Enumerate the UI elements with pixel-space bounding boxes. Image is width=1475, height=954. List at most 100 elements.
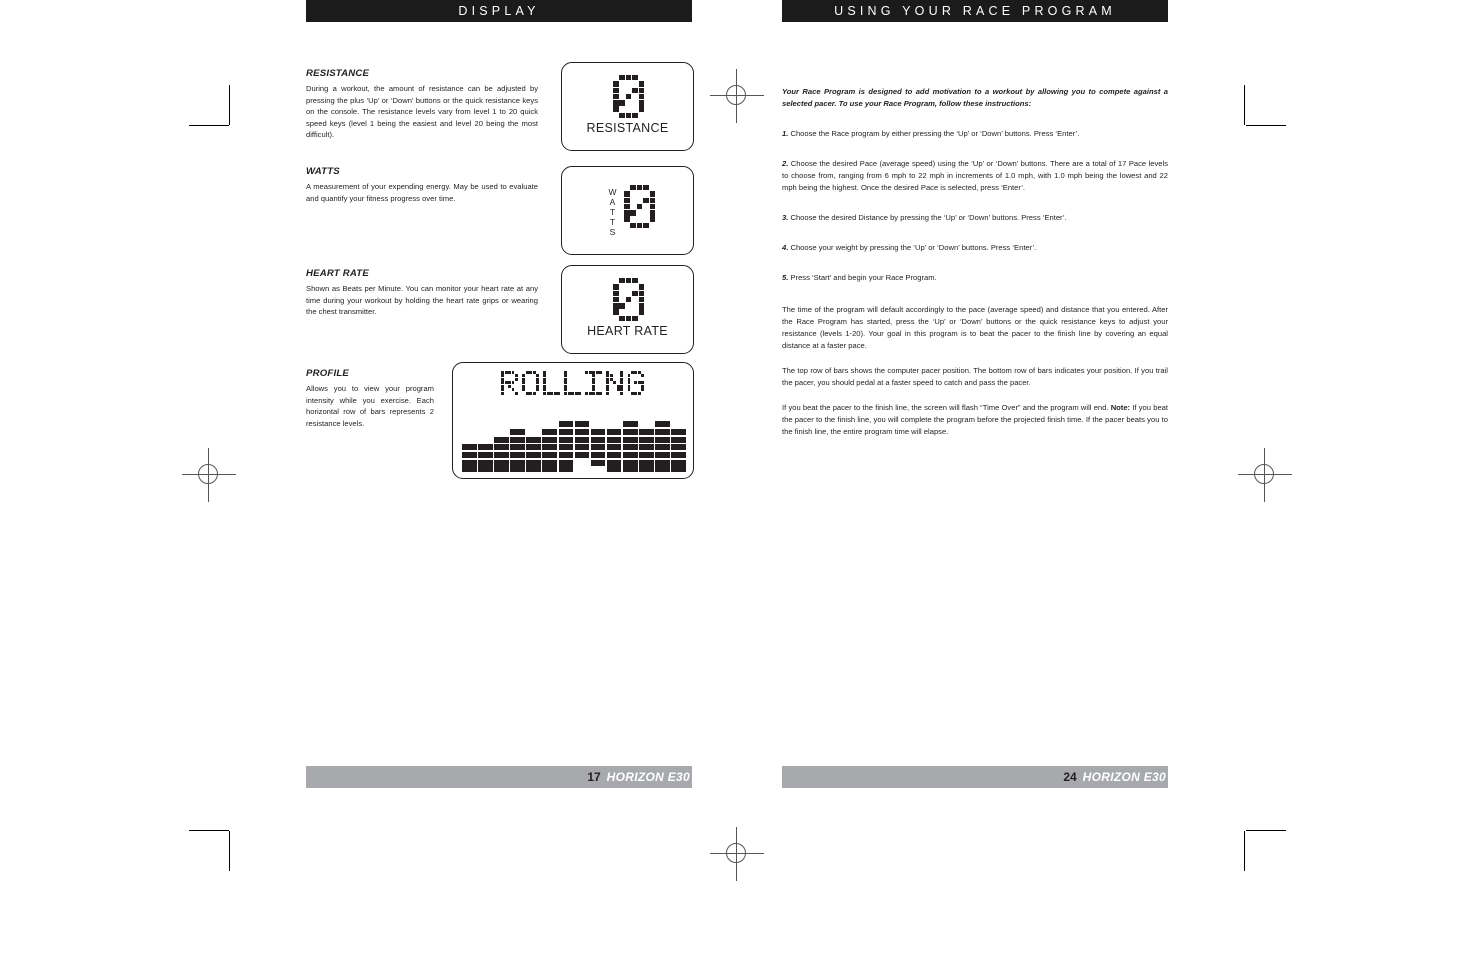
- profile-bar-cell: [542, 436, 558, 443]
- page-17-brand: HORIZON E30: [606, 770, 690, 784]
- lcd-pixel: [619, 278, 625, 284]
- page-24: USING YOUR RACE PROGRAM Your Race Progra…: [782, 0, 1168, 788]
- rolling-pixel: [511, 371, 515, 374]
- profile-bar-cell: [590, 459, 606, 466]
- lcd-pixel: [643, 185, 649, 191]
- rolling-pixel: [620, 377, 624, 381]
- watts-panel-label: WATTS: [606, 187, 620, 237]
- crop-mark-top-right-h: [1246, 125, 1286, 126]
- rolling-pixel: [567, 391, 571, 395]
- lcd-pixel: [613, 290, 619, 296]
- page-24-brand: HORIZON E30: [1082, 770, 1166, 784]
- profile-bar-cell: [622, 465, 638, 472]
- profile-bar-cell: [671, 465, 686, 472]
- race-step-3-number: 3.: [782, 212, 789, 222]
- rolling-pixel: [536, 384, 539, 388]
- profile-bar-cell: [478, 465, 493, 472]
- lcd-pixel: [624, 210, 630, 216]
- rolling-pixel: [501, 391, 505, 395]
- rolling-pixel: [553, 391, 557, 395]
- profile-bar-column: [462, 443, 477, 472]
- lcd-pixel: [613, 87, 619, 93]
- lcd-pixel: [619, 75, 625, 81]
- profile-bar-cell: [671, 444, 686, 451]
- lcd-panel-watts: WATTS: [561, 166, 694, 255]
- rolling-pixel: [588, 371, 592, 374]
- lcd-pixel: [624, 216, 630, 222]
- profile-bar-cell: [558, 421, 574, 428]
- profile-bar-cell: [606, 444, 622, 451]
- profile-bar-cell: [494, 444, 509, 451]
- race-step-5-number: 5.: [782, 272, 789, 282]
- watts-label-letters: WATTS: [608, 187, 618, 238]
- rolling-pixel: [550, 391, 554, 395]
- lcd-pixel: [643, 197, 649, 203]
- rolling-pixel: [557, 391, 561, 395]
- race-step-4-text: Choose your weight by pressing the ‘Up’ …: [790, 242, 1037, 252]
- profile-bar-cell: [655, 436, 670, 443]
- race-final-line1: If you beat the pacer to the finish line…: [782, 402, 1111, 412]
- profile-bar-cell: [542, 444, 558, 451]
- lcd-pixel: [613, 106, 619, 112]
- page-24-number: 24: [1063, 770, 1077, 784]
- profile-bar-cell: [574, 451, 590, 459]
- profile-bar-column: [622, 420, 638, 472]
- rolling-pixel: [627, 374, 631, 378]
- page-24-banner: USING YOUR RACE PROGRAM: [782, 0, 1168, 22]
- profile-bar-cell: [558, 428, 574, 436]
- profile-body: Allows you to view your program intensit…: [306, 384, 434, 428]
- lcd-pixel: [625, 278, 632, 284]
- lcd-pixel: [649, 191, 656, 197]
- profile-bar-column: [655, 420, 670, 472]
- lcd-pixel: [613, 296, 619, 303]
- crop-mark-top-left-h: [189, 125, 229, 126]
- profile-bar-cell: [639, 444, 654, 451]
- lcd-pixel: [613, 284, 619, 290]
- rolling-pixel: [546, 391, 550, 395]
- profile-bar-cell: [526, 436, 541, 443]
- profile-bar-column: [590, 427, 606, 472]
- printed-sheet: DISPLAY RESISTANCE During a workout, the…: [0, 0, 1475, 954]
- rolling-pixel: [592, 384, 596, 388]
- race-final-note-label: Note:: [1110, 402, 1131, 412]
- rolling-pixel: [606, 374, 610, 378]
- profile-bar-cell: [510, 444, 525, 451]
- profile-bar-cell: [526, 465, 541, 472]
- rolling-pixel: [501, 381, 505, 385]
- crop-mark-top-left-v: [229, 85, 230, 125]
- profile-bar-cell: [558, 436, 574, 443]
- profile-bar-cell: [622, 436, 638, 443]
- heart-rate-panel-label: HEART RATE: [587, 324, 668, 338]
- profile-bar-column: [510, 427, 525, 472]
- lcd-pixel: [619, 100, 625, 106]
- page-24-footer: 24 HORIZON E30: [782, 766, 1168, 788]
- rolling-pixel: [532, 391, 536, 395]
- rolling-pixel: [630, 371, 634, 374]
- lcd-pixel: [636, 185, 643, 191]
- lcd-pixel: [638, 87, 645, 93]
- profile-bar-cell: [558, 451, 574, 459]
- rolling-pixel: [522, 377, 526, 381]
- profile-bar-cell: [510, 451, 525, 459]
- rolling-pixel: [522, 381, 526, 385]
- profile-bar-cell: [639, 436, 654, 443]
- lcd-pixel: [624, 191, 630, 197]
- race-step-2: 2. Choose the desired Pace (average spee…: [782, 158, 1168, 194]
- rolling-pixel: [641, 388, 645, 392]
- lcd-pixel: [624, 203, 630, 210]
- lcd-pixel: [632, 75, 638, 81]
- profile-bar-column: [478, 443, 493, 472]
- lcd-pixel: [613, 100, 619, 106]
- profile-bar-cell: [462, 444, 477, 451]
- profile-bar-cell: [622, 444, 638, 451]
- rolling-pixel: [599, 391, 603, 395]
- resistance-text-column: RESISTANCE During a workout, the amount …: [306, 68, 538, 141]
- lcd-pixel: [632, 87, 638, 93]
- rolling-pixel: [543, 384, 547, 388]
- section-watts: WATTS A measurement of your expending en…: [306, 166, 694, 268]
- page-17-body: RESISTANCE During a workout, the amount …: [306, 62, 694, 488]
- lcd-pixel: [649, 210, 656, 216]
- rolling-pixel: [592, 377, 596, 381]
- crop-mark-top-right-v: [1244, 85, 1245, 125]
- watts-body: A measurement of your expending energy. …: [306, 182, 538, 203]
